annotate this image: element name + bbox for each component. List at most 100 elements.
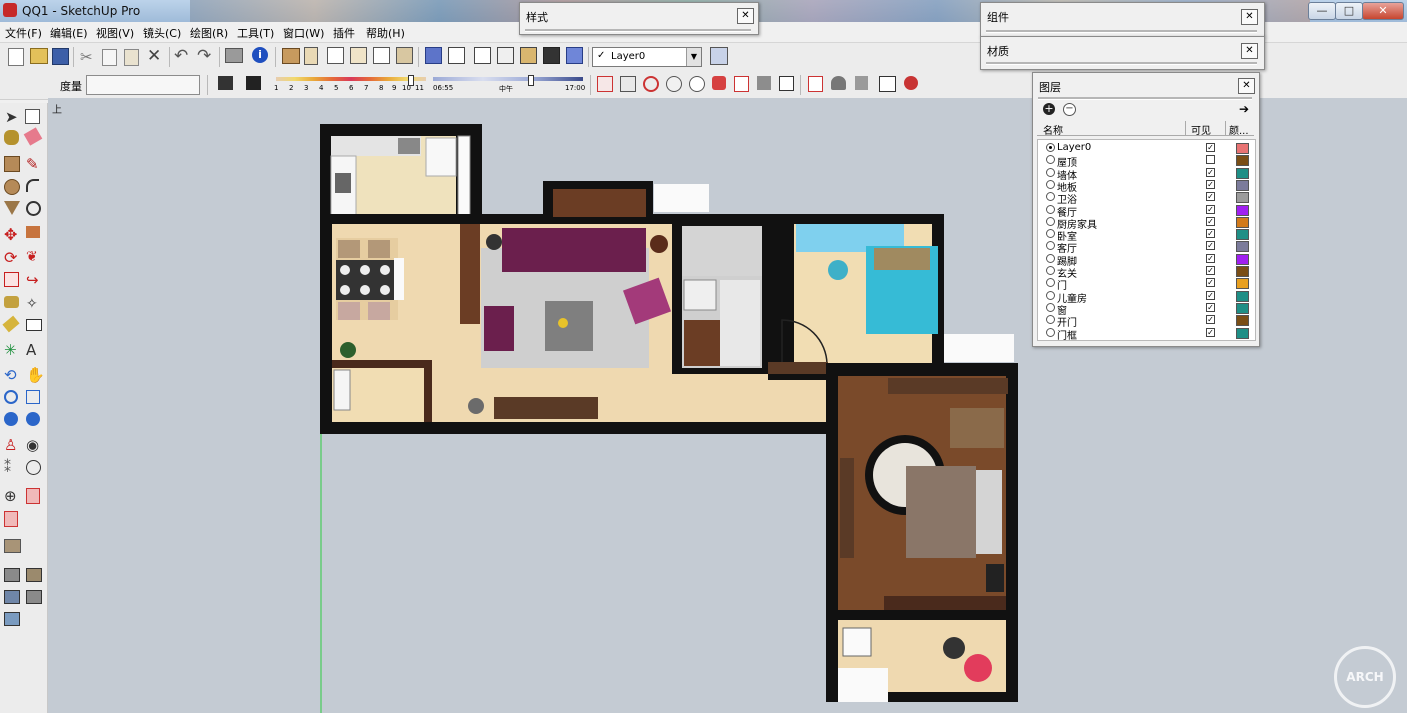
solid-union-icon[interactable] [4,568,20,582]
section-plane-icon[interactable] [620,76,636,92]
layer-color-swatch[interactable] [1236,290,1249,302]
layer-visible-checkbox[interactable]: ✓ [1206,241,1215,251]
chevron-down-icon[interactable]: ▼ [686,48,701,66]
right-view-icon[interactable] [396,47,413,64]
text-tool-icon[interactable] [26,319,42,331]
menu-tools[interactable]: 工具(T) [237,25,274,41]
print-icon[interactable] [225,48,243,63]
layer-name[interactable]: 门框 [1057,327,1077,342]
erase-icon[interactable]: ✕ [147,46,165,66]
layer-row[interactable]: 卧室 ✓ [1038,228,1252,243]
weld-icon[interactable] [757,76,771,90]
top-view-icon[interactable] [350,47,367,64]
freehand-icon[interactable] [26,201,41,216]
remove-layer-icon[interactable]: − [1063,103,1076,116]
frame-icon[interactable] [779,76,794,91]
close-icon[interactable]: ✕ [1241,43,1258,59]
layer-active-radio[interactable] [1046,155,1055,165]
look-around-eye-icon[interactable]: ◉ [26,437,43,454]
close-icon[interactable]: ✕ [1238,78,1255,94]
scale-icon[interactable] [4,272,19,287]
layer-visible-checkbox[interactable]: ✓ [1206,179,1215,189]
col-name-header[interactable]: 名称 [1043,122,1063,137]
orbit-icon[interactable]: ⟲ [4,367,21,384]
shaded-textures-icon[interactable] [520,47,537,64]
model-info-icon[interactable]: i [252,47,268,63]
layer-active-radio[interactable] [1046,216,1055,226]
polygon-icon[interactable] [4,201,20,215]
stamp-icon[interactable] [4,539,21,553]
solid-split-icon[interactable] [4,612,20,626]
panel-collapse-bar[interactable] [986,30,1257,33]
layer-row[interactable]: 餐厅 ✓ [1038,204,1252,219]
eraser-icon[interactable] [23,127,43,146]
offset-icon[interactable]: ↪ [26,272,43,289]
rotate-circle-icon[interactable] [643,76,659,92]
layer-row[interactable]: 客厅 ✓ [1038,240,1252,255]
make-component-tool-icon[interactable] [25,109,40,124]
cut-icon[interactable]: ✂ [80,48,98,66]
layer-visible-checkbox[interactable]: ✓ [1206,253,1215,263]
copy-icon[interactable] [102,49,117,66]
layer-visible-checkbox[interactable]: ✓ [1206,302,1215,312]
zoom-window-icon[interactable] [26,390,40,404]
layer-active-radio[interactable] [1046,266,1055,275]
monochrome-icon[interactable] [543,47,560,64]
select-arrow-icon[interactable]: ➤ [5,109,22,126]
make-component-icon[interactable] [282,48,300,64]
layer-row[interactable]: 儿童房 ✓ [1038,290,1252,305]
shadow-settings-icon[interactable] [218,76,233,90]
menu-plugins[interactable]: 插件 [333,25,355,41]
redo-icon[interactable]: ↷ [197,46,215,66]
hidden-line-icon[interactable] [474,47,491,64]
close-icon[interactable]: ✕ [737,8,754,24]
follow-me-icon[interactable]: ❦ [26,249,43,266]
layer-row[interactable]: 窗 ✓ [1038,302,1252,317]
menu-file[interactable]: 文件(F) [5,25,42,41]
layer-active-radio[interactable] [1046,204,1055,214]
layer-color-swatch[interactable] [1236,204,1249,216]
circle-icon[interactable] [4,179,20,195]
layer-visible-checkbox[interactable]: ✓ [1206,143,1215,152]
smoove-icon[interactable] [4,511,18,527]
new-file-icon[interactable] [8,48,24,66]
layer-visible-checkbox[interactable]: ✓ [1206,266,1215,275]
menu-draw[interactable]: 绘图(R) [190,25,228,41]
section-tool-icon[interactable] [26,460,41,475]
layer-active-radio[interactable] [1046,315,1055,325]
paint-bucket-icon[interactable] [4,130,19,145]
layer-color-swatch[interactable] [1236,266,1249,277]
layer-active-radio[interactable] [1046,278,1055,288]
layer-active-radio[interactable] [1046,302,1055,312]
move-icon[interactable]: ✥ [4,226,21,243]
month-slider-thumb[interactable] [408,75,414,86]
layer-row[interactable]: 门框 ✓ [1038,327,1252,342]
layer-row[interactable]: 玄关 ✓ [1038,265,1252,280]
layer-color-swatch[interactable] [1236,179,1249,191]
sandbox-icon[interactable] [26,488,40,504]
solid-intersect-icon[interactable] [4,590,20,604]
menu-edit[interactable]: 编辑(E) [50,25,88,41]
walk-footsteps-icon[interactable]: ⁑ [4,460,21,477]
layer-active-radio[interactable] [1046,290,1055,300]
shadow-time-slider[interactable]: 06:55 中午 17:00 [433,75,586,97]
display-shadows-icon[interactable] [246,76,261,90]
bug-icon[interactable] [904,76,918,90]
layer-row[interactable]: 开门 ✓ [1038,314,1252,329]
save-icon[interactable] [52,48,69,65]
layer-visible-checkbox[interactable]: ✓ [1206,204,1215,214]
3d-text-icon[interactable]: A [26,342,43,359]
layer-row[interactable]: 墙体 ✓ [1038,167,1252,182]
protractor-icon[interactable] [2,315,20,333]
layer-color-swatch[interactable] [1236,192,1249,204]
scene-icon[interactable] [808,76,823,92]
layer-row[interactable]: 厨房家具 ✓ [1038,216,1252,231]
panel-collapse-bar[interactable] [525,29,751,32]
pencil-line-icon[interactable]: ✎ [26,156,43,173]
layer-row[interactable]: 卫浴 ✓ [1038,191,1252,206]
layer-row[interactable]: 屋顶 [1038,154,1252,169]
layer-active-radio[interactable] [1046,143,1055,152]
menu-help[interactable]: 帮助(H) [366,25,405,41]
dimension-icon[interactable]: ✧ [26,296,43,313]
front-view-icon[interactable] [373,47,390,64]
